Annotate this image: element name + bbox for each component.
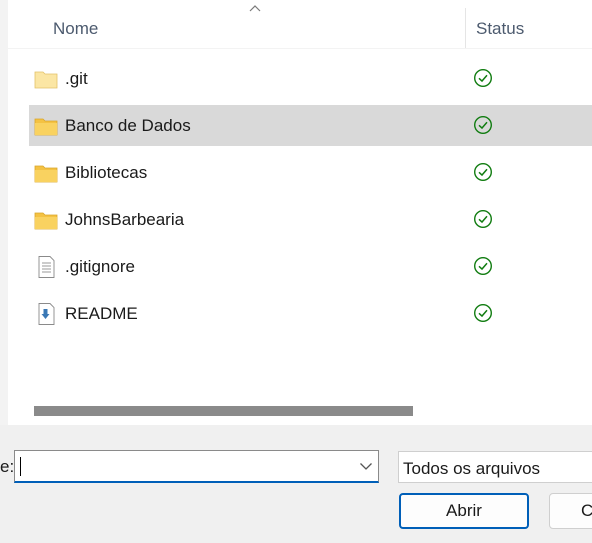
download-file-icon	[38, 303, 55, 325]
folder-icon	[34, 71, 58, 89]
chevron-down-icon[interactable]	[359, 461, 373, 471]
synced-check-icon	[473, 256, 493, 276]
folder-icon	[34, 212, 58, 230]
folder-icon	[34, 118, 58, 136]
file-row-selected[interactable]: Banco de Dados	[29, 105, 592, 146]
column-header-name[interactable]: Nome	[53, 19, 98, 39]
left-border	[0, 0, 8, 425]
synced-check-icon	[473, 209, 493, 229]
open-button[interactable]: Abrir	[399, 493, 529, 529]
file-name: JohnsBarbearia	[65, 210, 185, 229]
file-name: .git	[65, 69, 88, 88]
column-separator[interactable]	[465, 8, 466, 48]
file-type-filter-select[interactable]: Todos os arquivos	[398, 451, 592, 483]
file-name: Banco de Dados	[65, 116, 191, 135]
text-file-icon	[38, 256, 55, 278]
folder-icon	[34, 165, 58, 183]
file-row[interactable]: README	[29, 293, 592, 334]
file-name: .gitignore	[65, 257, 135, 276]
column-header-row: Nome Status	[8, 0, 592, 49]
text-caret	[20, 457, 21, 476]
synced-check-icon	[473, 162, 493, 182]
file-row[interactable]: JohnsBarbearia	[29, 199, 592, 240]
file-row[interactable]: Bibliotecas	[29, 152, 592, 193]
synced-check-icon	[473, 303, 493, 323]
filename-input[interactable]	[14, 450, 379, 483]
file-row[interactable]: .gitignore	[29, 246, 592, 287]
synced-check-icon	[473, 115, 493, 135]
sort-ascending-icon	[249, 5, 261, 12]
file-name: Bibliotecas	[65, 163, 148, 182]
synced-check-icon	[473, 68, 493, 88]
file-row[interactable]: .git	[29, 58, 592, 99]
file-name: README	[65, 304, 138, 323]
filename-label: e:	[0, 457, 15, 476]
horizontal-scrollbar-thumb[interactable]	[34, 406, 413, 416]
file-type-filter-value: Todos os arquivos	[403, 459, 541, 478]
column-header-status[interactable]: Status	[476, 19, 524, 39]
file-list-pane[interactable]: Nome Status .git Banco de Dados Bibliote…	[8, 0, 592, 425]
cancel-button[interactable]: C	[549, 493, 592, 529]
